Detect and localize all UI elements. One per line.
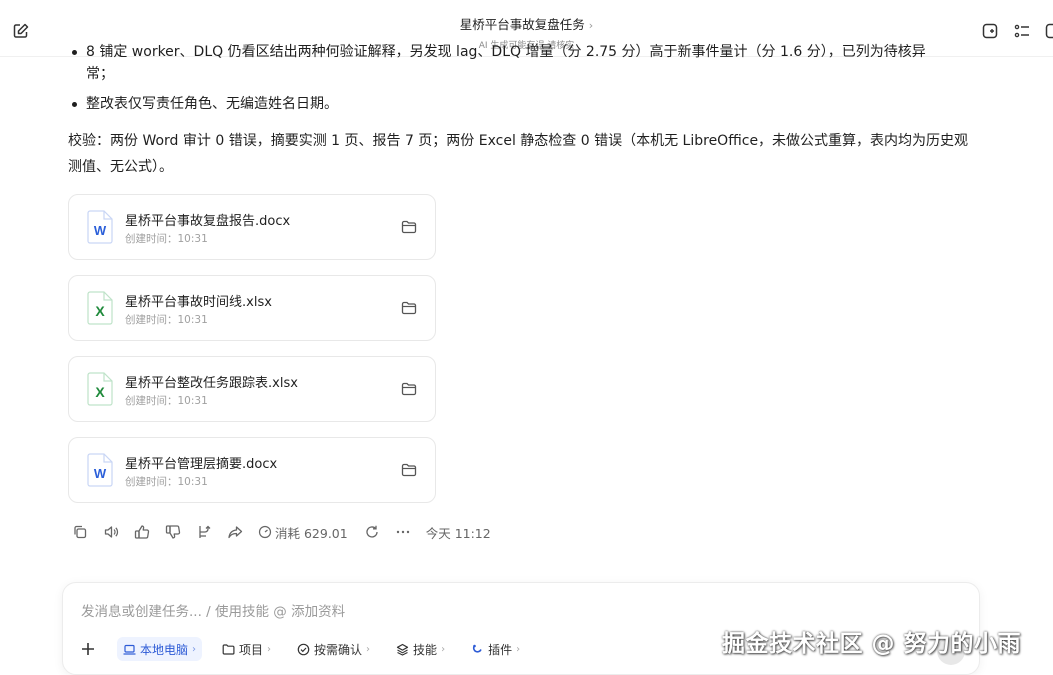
task-title-text: 星桥平台事故复盘任务 [459, 17, 585, 32]
gauge-icon [258, 525, 272, 539]
list-item-text: 整改表仅写责任角色、无编造姓名日期。 [86, 96, 338, 112]
shield-check-icon [297, 643, 310, 656]
list-item-continuation: 常； [86, 66, 114, 82]
task-title[interactable]: 星桥平台事故复盘任务 › [0, 14, 1053, 33]
bullet-dot [72, 102, 77, 107]
add-attachment-icon[interactable] [77, 638, 99, 660]
chip-project[interactable]: 项目 › [216, 637, 277, 661]
chip-local-computer[interactable]: 本地电脑 › [117, 637, 203, 661]
file-created-time: 创建时间：10:31 [125, 233, 208, 245]
thumbs-up-icon[interactable] [134, 524, 150, 540]
watermark: 掘金技术社区 @ 努力的小雨 [722, 631, 1022, 657]
chevron-right-icon: › [267, 643, 272, 655]
read-aloud-icon[interactable] [103, 524, 119, 540]
message-timestamp: 今天 11:12 [425, 525, 491, 541]
file-name: 星桥平台管理层摘要.docx [125, 457, 278, 472]
panel-toggle-icon[interactable] [981, 22, 999, 40]
chip-confirm-on-demand[interactable]: 按需确认 › [291, 637, 376, 661]
list-item: 整改表仅写责任角色、无编造姓名日期。 [68, 92, 988, 116]
composer-toolbar: 本地电脑 › 项目 › 按需确认 › 技能 › 插件 › [77, 637, 540, 661]
excel-file-icon: X [85, 291, 115, 325]
thumbs-down-icon[interactable] [165, 524, 181, 540]
svg-text:X: X [95, 384, 105, 400]
chip-label: 按需确认 [314, 642, 363, 657]
layers-icon [396, 643, 409, 656]
file-card-report-docx[interactable]: W 星桥平台事故复盘报告.docx 创建时间：10:31 [68, 194, 436, 260]
composer-placeholder[interactable]: 发消息或创建任务... / 使用技能 @ 添加资料 [81, 600, 345, 620]
excel-file-icon: X [85, 372, 115, 406]
chip-plugins[interactable]: 插件 › [465, 637, 526, 661]
chip-label: 本地电脑 [140, 642, 189, 657]
word-file-icon: W [85, 210, 115, 244]
file-card-summary-docx[interactable]: W 星桥平台管理层摘要.docx 创建时间：10:31 [68, 437, 436, 503]
folder-icon [222, 643, 235, 656]
branch-icon[interactable] [196, 524, 212, 540]
token-cost-text: 消耗 629.01 [275, 525, 348, 541]
file-name: 星桥平台整改任务跟踪表.xlsx [125, 376, 298, 391]
chip-skills[interactable]: 技能 › [390, 637, 451, 661]
chevron-right-icon: › [192, 643, 197, 655]
file-name: 星桥平台事故复盘报告.docx [125, 214, 291, 229]
message-actions: 消耗 629.01 今天 11:12 [72, 522, 491, 542]
file-created-time: 创建时间：10:31 [125, 395, 208, 407]
svg-text:X: X [95, 303, 105, 319]
open-folder-icon[interactable] [401, 219, 417, 234]
verification-paragraph: 校验：两份 Word 审计 0 错误，摘要实测 1 页、报告 7 页；两份 Ex… [68, 133, 969, 175]
regenerate-icon[interactable] [364, 524, 380, 540]
list-item: 8 铺定 worker、DLQ 仍看区结出两种何验证解释，另发现 lag、DLQ… [68, 40, 988, 62]
bullet-dot [72, 50, 77, 55]
plugin-icon [471, 643, 484, 656]
chip-label: 项目 [239, 642, 264, 657]
chevron-right-icon: › [516, 643, 521, 655]
chevron-right-icon: › [366, 643, 371, 655]
token-cost: 消耗 629.01 [258, 523, 348, 542]
open-folder-icon[interactable] [401, 300, 417, 315]
file-created-time: 创建时间：10:31 [125, 476, 208, 488]
copy-icon[interactable] [72, 524, 88, 540]
task-list-icon[interactable] [1013, 22, 1031, 40]
file-card-tracker-xlsx[interactable]: X 星桥平台整改任务跟踪表.xlsx 创建时间：10:31 [68, 356, 436, 422]
layout-icon[interactable] [1045, 22, 1053, 40]
title-chevron-icon: › [588, 19, 594, 32]
svg-text:W: W [94, 223, 107, 238]
share-icon[interactable] [227, 524, 243, 540]
word-file-icon: W [85, 453, 115, 487]
file-created-time: 创建时间：10:31 [125, 314, 208, 326]
file-card-timeline-xlsx[interactable]: X 星桥平台事故时间线.xlsx 创建时间：10:31 [68, 275, 436, 341]
chip-label: 插件 [488, 642, 513, 657]
chip-label: 技能 [413, 642, 438, 657]
open-folder-icon[interactable] [401, 381, 417, 396]
file-name: 星桥平台事故时间线.xlsx [125, 295, 272, 310]
assistant-message: 8 铺定 worker、DLQ 仍看区结出两种何验证解释，另发现 lag、DLQ… [68, 40, 988, 518]
list-item-text: 8 铺定 worker、DLQ 仍看区结出两种何验证解释，另发现 lag、DLQ… [86, 44, 926, 60]
open-folder-icon[interactable] [401, 462, 417, 477]
laptop-icon [123, 643, 136, 656]
more-options-icon[interactable] [395, 524, 411, 540]
svg-text:W: W [94, 466, 107, 481]
header-actions [981, 22, 1053, 40]
chevron-right-icon: › [441, 643, 446, 655]
file-list: W 星桥平台事故复盘报告.docx 创建时间：10:31 X 星桥平台事故时间线… [68, 194, 988, 503]
